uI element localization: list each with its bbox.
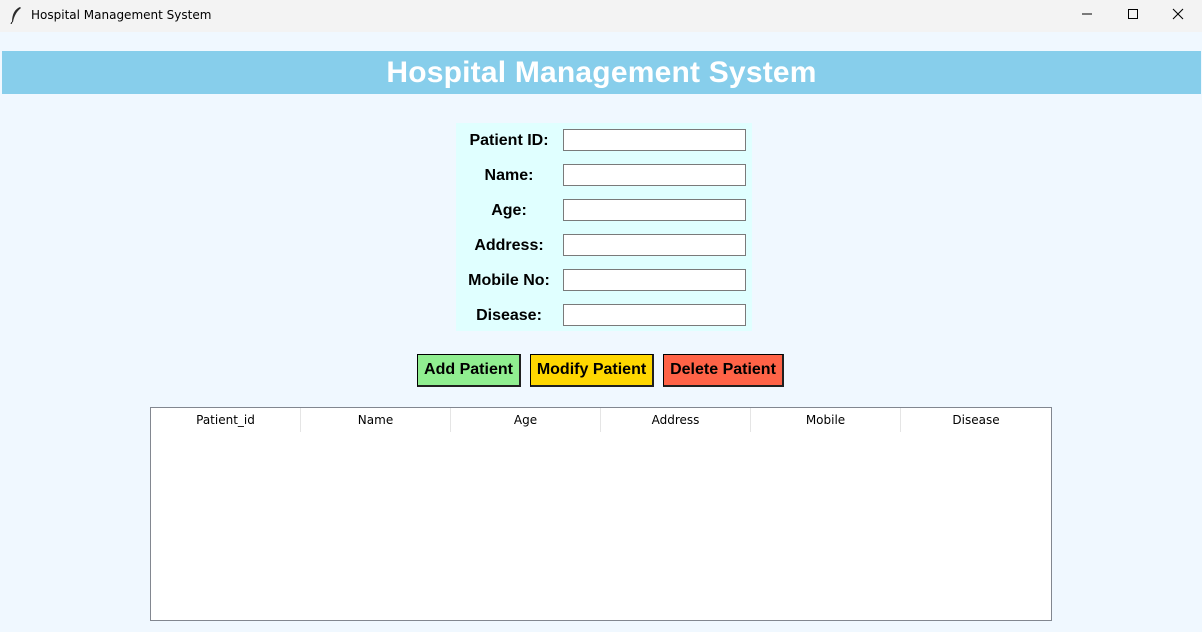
name-input[interactable]: [563, 164, 746, 186]
patient-form: Patient ID: Name: Age: Address: Mobile N…: [456, 123, 752, 331]
patient-id-label: Patient ID:: [469, 132, 549, 149]
window-titlebar: Hospital Management System: [0, 0, 1202, 32]
disease-input[interactable]: [563, 304, 746, 326]
close-icon: [1172, 7, 1184, 25]
column-header-mobile[interactable]: Mobile: [751, 408, 901, 432]
table-header: Patient_id Name Age Address Mobile Disea…: [151, 408, 1051, 432]
minimize-icon: [1081, 7, 1093, 25]
form-row-disease: Disease:: [456, 298, 752, 333]
patient-id-input[interactable]: [563, 129, 746, 151]
form-row-mobile: Mobile No:: [456, 263, 752, 298]
column-header-age[interactable]: Age: [451, 408, 601, 432]
form-row-patient-id: Patient ID:: [456, 123, 752, 158]
age-label: Age:: [491, 202, 527, 219]
close-button[interactable]: [1155, 0, 1201, 31]
mobile-input[interactable]: [563, 269, 746, 291]
app-header: Hospital Management System: [2, 51, 1201, 94]
column-header-patient-id[interactable]: Patient_id: [151, 408, 301, 432]
add-patient-button[interactable]: Add Patient: [417, 354, 521, 387]
window-title: Hospital Management System: [31, 8, 212, 22]
form-row-age: Age:: [456, 193, 752, 228]
mobile-label: Mobile No:: [468, 272, 550, 289]
page-title: Hospital Management System: [386, 55, 817, 89]
form-row-name: Name:: [456, 158, 752, 193]
maximize-button[interactable]: [1110, 0, 1156, 31]
delete-patient-button[interactable]: Delete Patient: [663, 354, 784, 387]
address-label: Address:: [474, 237, 544, 254]
minimize-button[interactable]: [1064, 0, 1110, 31]
address-input[interactable]: [563, 234, 746, 256]
feather-icon: [9, 6, 23, 25]
modify-patient-button[interactable]: Modify Patient: [530, 354, 654, 387]
form-row-address: Address:: [456, 228, 752, 263]
disease-label: Disease:: [476, 307, 542, 324]
age-input[interactable]: [563, 199, 746, 221]
maximize-icon: [1127, 7, 1139, 25]
name-label: Name:: [484, 167, 534, 184]
column-header-name[interactable]: Name: [301, 408, 451, 432]
patient-table[interactable]: Patient_id Name Age Address Mobile Disea…: [150, 407, 1052, 621]
column-header-disease[interactable]: Disease: [901, 408, 1051, 432]
column-header-address[interactable]: Address: [601, 408, 751, 432]
